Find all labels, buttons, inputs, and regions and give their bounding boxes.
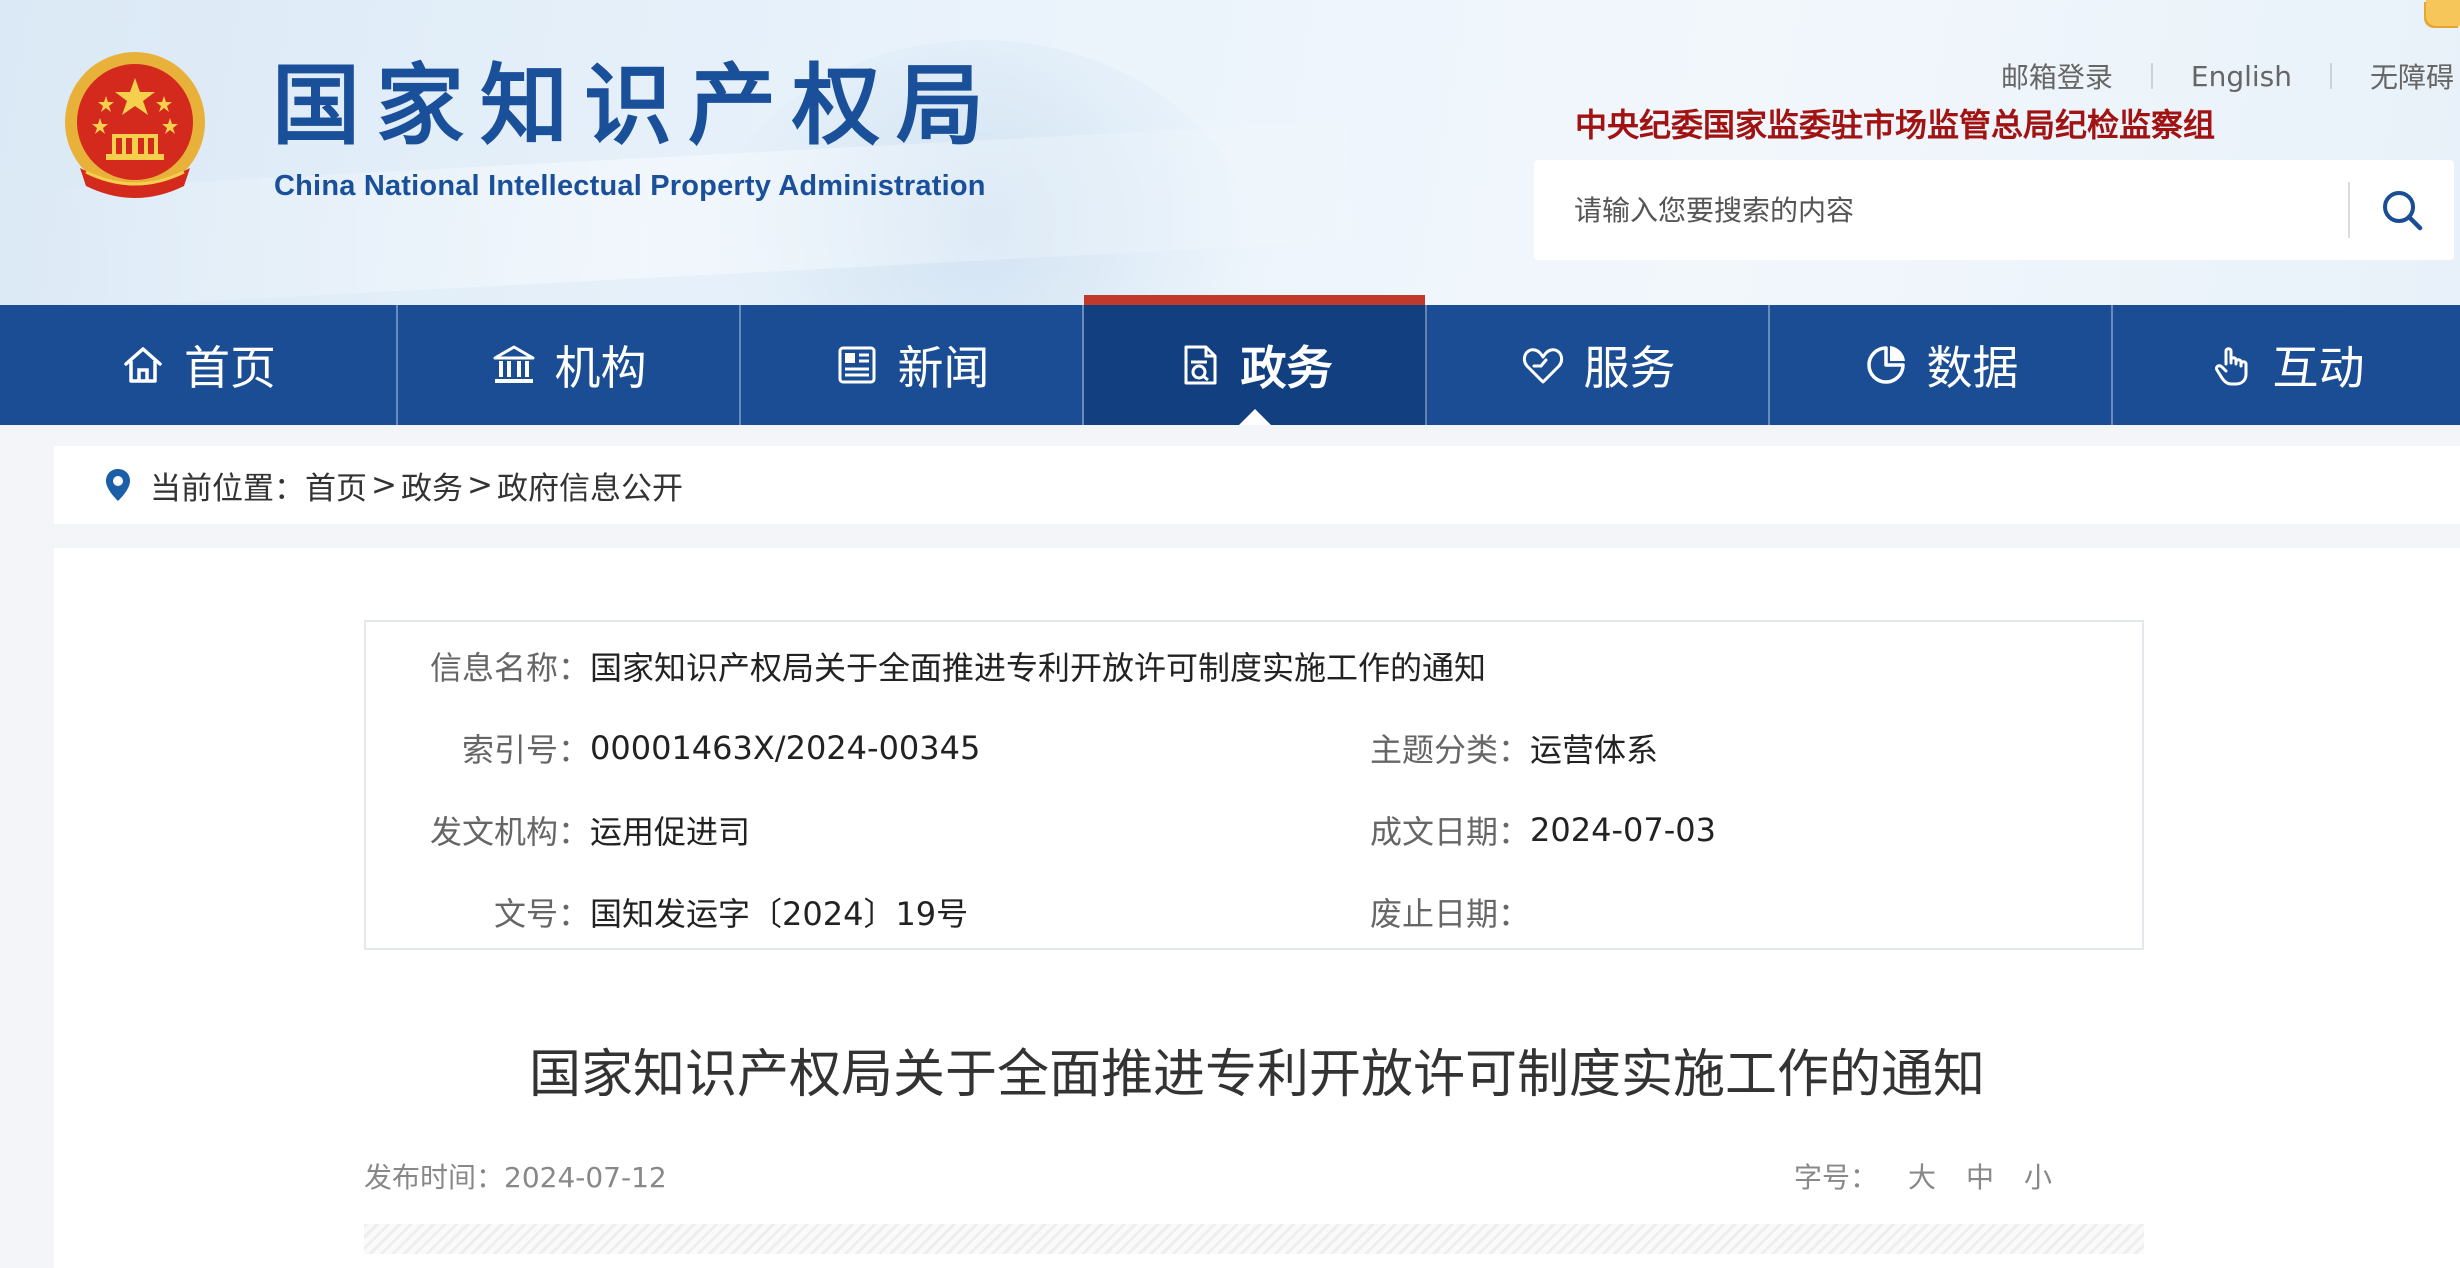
- pie-chart-icon: [1866, 346, 1905, 384]
- site-title[interactable]: 国家知识产权局: [272, 62, 1000, 150]
- search-button[interactable]: [2350, 160, 2454, 260]
- info-row-abolish: 废止日期：: [1366, 892, 1530, 933]
- news-icon: [838, 346, 875, 384]
- search-box: [1534, 160, 2454, 260]
- font-size-switcher: 字号： 大 中 小: [1794, 1156, 2052, 1196]
- info-label: 成文日期：: [1369, 813, 1530, 851]
- nav-item-label: 互动: [2272, 341, 2365, 395]
- info-value: 运用促进司: [590, 813, 751, 851]
- search-icon: [2383, 191, 2423, 231]
- home-icon: [124, 347, 162, 383]
- top-links: 邮箱登录 English 无障碍: [1963, 56, 2460, 96]
- info-row-date: 成文日期： 2024-07-03: [1366, 810, 1716, 851]
- info-value: 国家知识产权局关于全面推进专利开放许可制度实施工作的通知: [590, 649, 1487, 687]
- info-value: 00001463X/2024-00345: [590, 729, 981, 767]
- service-heart-icon: [1522, 348, 1563, 384]
- breadcrumb-separator: >: [371, 467, 397, 503]
- nav-item-label: 数据: [1926, 341, 2019, 395]
- info-value: 运营体系: [1530, 731, 1659, 769]
- info-label: 信息名称：: [429, 649, 590, 687]
- breadcrumb: 当前位置： 首页 > 政务 > 政府信息公开: [54, 446, 2460, 524]
- info-value: 国知发运字〔2024〕19号: [590, 895, 969, 933]
- institution-icon: [493, 345, 534, 383]
- nav-item-label: 首页: [184, 341, 276, 395]
- info-label: 废止日期：: [1369, 895, 1530, 933]
- nav-item-data[interactable]: 数据: [1770, 305, 2113, 425]
- location-pin-icon: [104, 467, 132, 503]
- corner-badge[interactable]: [2426, 0, 2460, 26]
- accessibility-link[interactable]: 无障碍: [2332, 56, 2460, 96]
- font-size-small-button[interactable]: 小: [2024, 1156, 2052, 1196]
- main-nav: 首页 机构 新闻 政务 服务 数据 互动: [0, 295, 2460, 425]
- nav-item-label: 政务: [1240, 341, 1333, 395]
- nav-item-institution[interactable]: 机构: [398, 305, 741, 425]
- publish-time: 发布时间：2024-07-12: [364, 1161, 667, 1194]
- nav-item-service[interactable]: 服务: [1427, 305, 1770, 425]
- english-link[interactable]: English: [2153, 60, 2330, 93]
- divider-stripe: [364, 1224, 2144, 1254]
- email-login-link[interactable]: 邮箱登录: [1963, 56, 2151, 96]
- breadcrumb-separator: >: [466, 467, 493, 503]
- breadcrumb-home-link[interactable]: 首页: [305, 463, 367, 508]
- info-label: 索引号：: [461, 731, 590, 769]
- nav-item-label: 机构: [554, 341, 647, 395]
- content-panel: 信息名称： 国家知识产权局关于全面推进专利开放许可制度实施工作的通知 索引号： …: [54, 548, 2460, 1268]
- nav-item-label: 新闻: [897, 341, 990, 395]
- breadcrumb-prefix: 当前位置：: [150, 470, 305, 507]
- info-label: 发文机构：: [429, 813, 590, 851]
- info-value: 2024-07-03: [1530, 811, 1716, 849]
- site-header: 国家知识产权局 China National Intellectual Prop…: [0, 0, 2460, 305]
- info-row-index: 索引号： 00001463X/2024-00345: [366, 728, 981, 769]
- font-size-label: 字号：: [1794, 1161, 1879, 1194]
- font-size-medium-button[interactable]: 中: [1966, 1156, 1994, 1196]
- hand-pointer-icon: [2214, 347, 2247, 386]
- info-label: 主题分类：: [1369, 731, 1530, 769]
- breadcrumb-government-affairs-link[interactable]: 政务: [401, 463, 463, 508]
- site-subtitle: China National Intellectual Property Adm…: [274, 170, 986, 202]
- info-row-issuer: 发文机构： 运用促进司: [366, 810, 751, 851]
- info-label: 文号：: [493, 895, 590, 933]
- nav-item-home[interactable]: 首页: [0, 305, 398, 425]
- national-emblem-logo[interactable]: [60, 48, 210, 208]
- search-input[interactable]: [1534, 160, 2348, 260]
- article-title: 国家知识产权局关于全面推进专利开放许可制度实施工作的通知: [528, 1045, 1985, 1105]
- nav-item-news[interactable]: 新闻: [741, 305, 1084, 425]
- font-size-large-button[interactable]: 大: [1908, 1156, 1936, 1196]
- nav-item-government-affairs[interactable]: 政务: [1084, 295, 1427, 425]
- document-info-table: 信息名称： 国家知识产权局关于全面推进专利开放许可制度实施工作的通知 索引号： …: [364, 620, 2144, 950]
- info-row-docno: 文号： 国知发运字〔2024〕19号: [366, 892, 969, 933]
- discipline-org-link[interactable]: 中央纪委国家监委驻市场监管总局纪检监察组: [1575, 100, 2215, 146]
- info-row-topic: 主题分类： 运营体系: [1366, 728, 1659, 769]
- document-icon: [1184, 345, 1216, 385]
- info-row-name: 信息名称： 国家知识产权局关于全面推进专利开放许可制度实施工作的通知: [366, 646, 1487, 687]
- nav-item-interaction[interactable]: 互动: [2113, 305, 2460, 425]
- breadcrumb-gov-info-link[interactable]: 政府信息公开: [497, 463, 683, 508]
- nav-item-label: 服务: [1583, 341, 1676, 395]
